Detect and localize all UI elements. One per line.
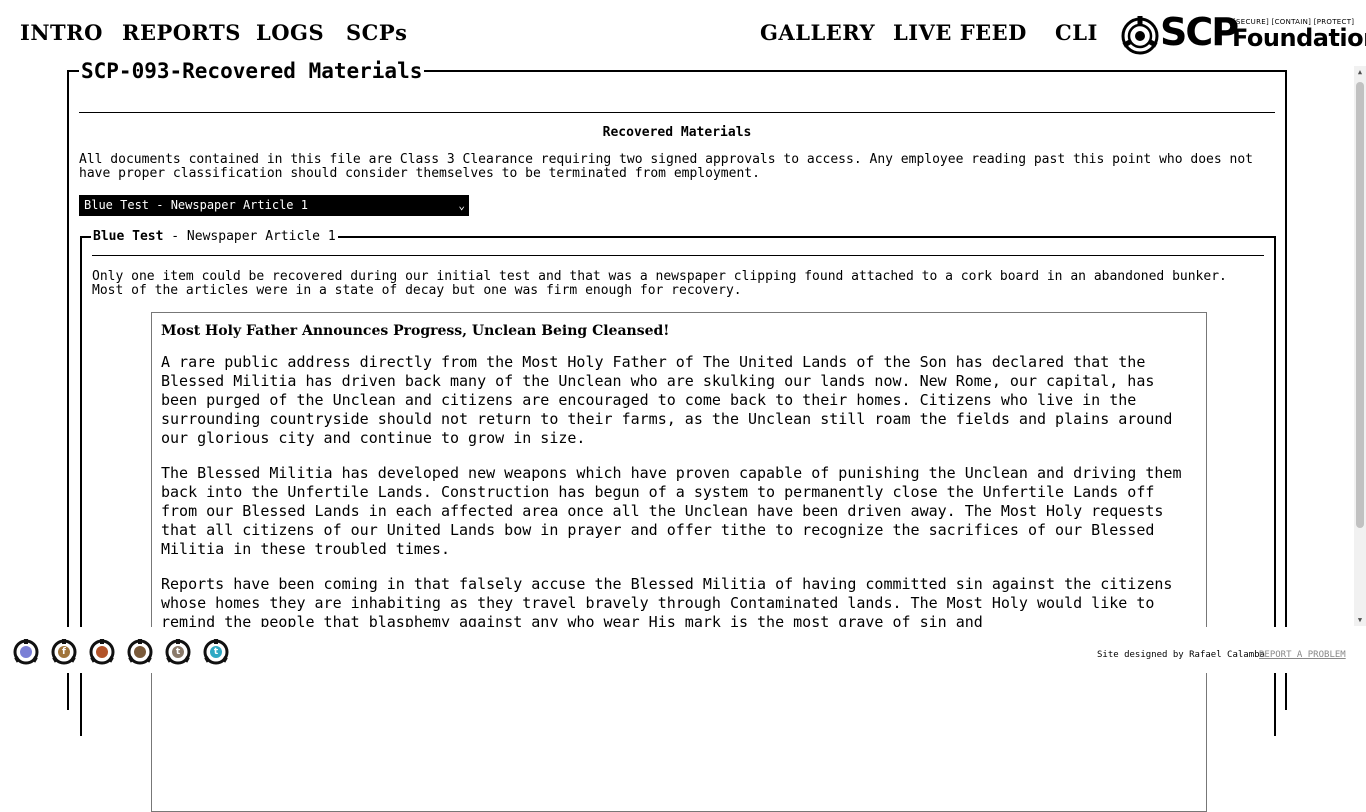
report-problem-link[interactable]: REPORT A PROBLEM xyxy=(1259,650,1346,660)
nav-reports[interactable]: REPORTS xyxy=(122,20,241,45)
facebook-icon[interactable]: f xyxy=(51,639,77,665)
title-divider xyxy=(79,112,1275,113)
reddit-icon[interactable] xyxy=(89,639,115,665)
nav-cli[interactable]: CLI xyxy=(1055,20,1098,45)
discord-icon-glyph xyxy=(20,646,32,658)
recovered-materials-panel: SCP-093-Recovered Materials Recovered Ma… xyxy=(67,59,1287,812)
reddit-icon-glyph xyxy=(96,646,108,658)
wikidot-icon-glyph xyxy=(134,646,146,658)
article-paragraph: The Blessed Militia has developed new we… xyxy=(161,464,1182,558)
record-legend-item: - Newspaper Article 1 xyxy=(163,229,336,244)
site-credit: Site designed by Rafael Calamba xyxy=(1097,650,1265,660)
twitter-icon-glyph: t xyxy=(210,646,222,658)
scroll-down-icon[interactable]: ▼ xyxy=(1354,614,1366,626)
section-title: Recovered Materials xyxy=(602,125,752,140)
record-intro: Only one item could be recovered during … xyxy=(92,269,1227,298)
nav-logs[interactable]: LOGS xyxy=(256,20,324,45)
nav-gallery[interactable]: GALLERY xyxy=(760,20,875,45)
newspaper-article: Most Holy Father Announces Progress, Unc… xyxy=(151,312,1207,812)
scp-seal-icon xyxy=(1121,16,1159,55)
record-divider xyxy=(92,255,1264,256)
top-navigation: INTRO REPORTS LOGS SCPs GALLERY LIVE FEE… xyxy=(0,0,1366,66)
nav-scps[interactable]: SCPs xyxy=(346,20,408,45)
record-legend-test: Blue Test xyxy=(93,229,164,244)
document-select-value: Blue Test - Newspaper Article 1 xyxy=(84,198,308,212)
logo-foundation-text: Foundation xyxy=(1232,24,1366,52)
clearance-notice: All documents contained in this file are… xyxy=(79,152,1253,181)
page-scrollbar[interactable]: ▲ ▼ xyxy=(1354,66,1366,626)
tumblr-icon-glyph: t xyxy=(172,646,184,658)
record-legend: Blue Test - Newspaper Article 1 xyxy=(91,229,338,244)
article-headline: Most Holy Father Announces Progress, Unc… xyxy=(161,323,670,339)
chevron-down-icon: ⌄ xyxy=(458,199,465,212)
scroll-thumb[interactable] xyxy=(1356,82,1364,528)
logo-scp-text: SCP xyxy=(1160,10,1239,54)
scp-foundation-logo[interactable]: SCP [SECURE] [CONTAIN] [PROTECT] Foundat… xyxy=(1120,10,1366,56)
wikidot-icon[interactable] xyxy=(127,639,153,665)
nav-intro[interactable]: INTRO xyxy=(20,20,103,45)
page-title: SCP-093-Recovered Materials xyxy=(79,59,425,83)
nav-live-feed[interactable]: LIVE FEED xyxy=(893,20,1027,45)
facebook-icon-glyph: f xyxy=(58,646,70,658)
twitter-icon[interactable]: t xyxy=(203,639,229,665)
scroll-up-icon[interactable]: ▲ xyxy=(1354,66,1366,78)
article-paragraph: A rare public address directly from the … xyxy=(161,353,1173,447)
document-select[interactable]: Blue Test - Newspaper Article 1 ⌄ xyxy=(79,195,469,216)
footer: f t t Site designed by Rafael Calamba REPO… xyxy=(0,627,1366,673)
article-paragraph: Reports have been coming in that falsely… xyxy=(161,575,1173,631)
tumblr-icon[interactable]: t xyxy=(165,639,191,665)
discord-icon[interactable] xyxy=(13,639,39,665)
